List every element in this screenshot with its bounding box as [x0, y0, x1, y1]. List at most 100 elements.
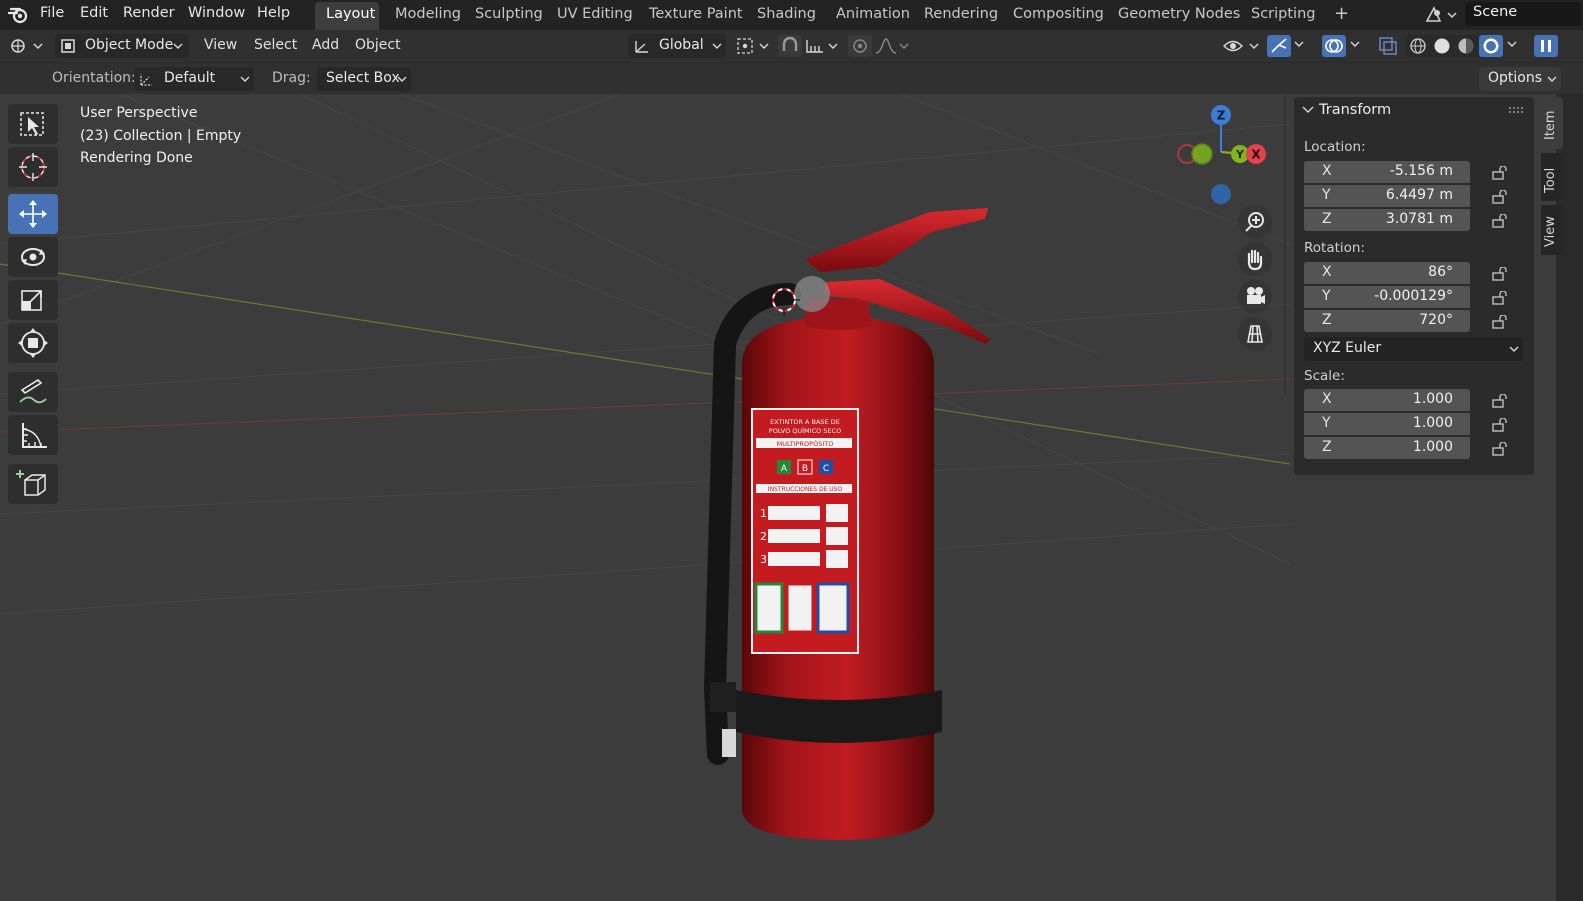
negative-z-axis[interactable] — [1211, 184, 1231, 204]
viewport-header: Object Mode View Select Add Object Globa… — [0, 30, 1583, 62]
chevron-down-icon[interactable] — [1292, 38, 1308, 52]
menu-render[interactable]: Render — [123, 5, 175, 21]
camera-view-button[interactable] — [1238, 280, 1272, 314]
gizmo-toggle-icon[interactable] — [1267, 35, 1291, 57]
tab-geometry-nodes[interactable]: Geometry Nodes — [1118, 6, 1240, 22]
scene-name: Scene — [1473, 4, 1518, 20]
snap-toggle-icon[interactable] — [778, 35, 802, 57]
annotate-tool[interactable] — [8, 372, 58, 412]
tab-compositing[interactable]: Compositing — [1013, 6, 1104, 22]
zoom-button[interactable] — [1238, 205, 1272, 239]
blender-logo-icon[interactable] — [8, 5, 30, 25]
lock-location-y-icon[interactable] — [1492, 190, 1508, 204]
rotation-mode-dropdown[interactable]: XYZ Euler — [1304, 337, 1523, 361]
menu-help[interactable]: Help — [257, 5, 290, 21]
material-preview-icon[interactable] — [1456, 37, 1476, 55]
pause-render-icon[interactable] — [1534, 35, 1558, 57]
lock-rotation-y-icon[interactable] — [1492, 291, 1508, 305]
cursor-tool[interactable] — [8, 147, 58, 187]
proportional-editing-icon[interactable] — [848, 35, 872, 57]
perspective-toggle-button[interactable] — [1238, 317, 1272, 351]
tab-view[interactable]: View — [1541, 205, 1563, 255]
tab-sculpting[interactable]: Sculpting — [475, 6, 543, 22]
move-tool[interactable] — [8, 194, 58, 234]
scale-y-field[interactable]: Y 1.000 — [1304, 413, 1470, 435]
select-box-icon — [20, 112, 44, 136]
rotate-tool[interactable] — [8, 237, 58, 277]
tab-modeling[interactable]: Modeling — [395, 6, 461, 22]
scale-x-field[interactable]: X 1.000 — [1304, 389, 1470, 411]
tab-layout[interactable]: Layout — [326, 6, 375, 22]
menu-select[interactable]: Select — [254, 37, 297, 53]
add-workspace-button[interactable]: + — [1334, 3, 1349, 24]
lock-scale-y-icon[interactable] — [1492, 418, 1508, 432]
pan-button[interactable] — [1238, 242, 1272, 276]
transform-icon — [18, 328, 48, 358]
rotation-y-field[interactable]: Y -0.000129° — [1304, 286, 1470, 308]
lock-scale-z-icon[interactable] — [1492, 442, 1508, 456]
menu-window[interactable]: Window — [188, 5, 245, 21]
navigation-gizmo[interactable]: Y X Z — [1177, 105, 1266, 204]
scale-z-field[interactable]: Z 1.000 — [1304, 437, 1470, 459]
tab-tool[interactable]: Tool — [1541, 153, 1563, 201]
mode-dropdown[interactable]: Object Mode — [55, 34, 189, 58]
menu-file[interactable]: File — [40, 5, 64, 21]
fire-extinguisher-model[interactable]: EXTINTOR A BASE DE POLVO QUÍMICO SECO MU… — [703, 208, 990, 840]
move-icon — [19, 200, 47, 228]
tab-shading[interactable]: Shading — [757, 6, 816, 22]
transform-orientation-dropdown[interactable]: Global — [628, 34, 726, 58]
proportional-falloff-icon[interactable] — [874, 36, 910, 56]
lock-rotation-x-icon[interactable] — [1492, 267, 1508, 281]
wireframe-shading-icon[interactable] — [1408, 37, 1428, 55]
rendered-shading-icon[interactable] — [1479, 35, 1503, 57]
menu-view[interactable]: View — [204, 37, 237, 53]
pivot-point-icon[interactable] — [736, 36, 772, 56]
snap-target-icon[interactable] — [805, 36, 841, 56]
negative-y-axis[interactable] — [1191, 143, 1213, 165]
options-label: Options — [1488, 70, 1543, 86]
lock-rotation-z-icon[interactable] — [1492, 315, 1508, 329]
options-dropdown[interactable]: Options — [1479, 67, 1561, 91]
view-perspective-text: User Perspective — [80, 105, 198, 121]
rotation-x-field[interactable]: X 86° — [1304, 262, 1470, 284]
menu-object[interactable]: Object — [355, 37, 401, 53]
drag-dropdown[interactable]: Select Box — [317, 67, 411, 91]
overlays-toggle-icon[interactable] — [1322, 35, 1346, 57]
chevron-down-icon[interactable] — [1348, 38, 1364, 52]
location-x-field[interactable]: X -5.156 m — [1304, 161, 1470, 183]
chevron-down-icon[interactable] — [1505, 38, 1521, 52]
drag-handle-icon[interactable] — [1508, 106, 1524, 114]
measure-tool[interactable] — [8, 415, 58, 455]
orientation-global-icon — [635, 41, 648, 53]
solid-shading-icon[interactable] — [1432, 37, 1452, 55]
selectability-visibility-icon[interactable] — [1222, 36, 1262, 56]
tab-scripting[interactable]: Scripting — [1251, 6, 1315, 22]
rotation-z-field[interactable]: Z 720° — [1304, 310, 1470, 332]
select-box-tool[interactable] — [8, 104, 58, 144]
transform-tool[interactable] — [8, 323, 58, 363]
lock-scale-x-icon[interactable] — [1492, 394, 1508, 408]
scene-selector-icon[interactable] — [1424, 5, 1460, 25]
editor-type-icon[interactable] — [10, 37, 46, 55]
location-z-field[interactable]: Z 3.0781 m — [1304, 209, 1470, 231]
orientation-value: Default — [164, 70, 216, 86]
scale-tool[interactable] — [8, 280, 58, 320]
scene-name-field[interactable]: Scene — [1465, 2, 1581, 26]
tab-texture-paint[interactable]: Texture Paint — [649, 6, 743, 22]
orientation-dropdown[interactable]: Default — [134, 67, 254, 91]
xray-toggle-icon[interactable] — [1377, 35, 1399, 57]
menu-add[interactable]: Add — [312, 37, 339, 53]
location-z-value: 3.0781 m — [1385, 211, 1453, 227]
menu-edit[interactable]: Edit — [80, 5, 108, 21]
class-b-label: B — [802, 464, 808, 474]
lock-location-x-icon[interactable] — [1492, 166, 1508, 180]
tab-rendering[interactable]: Rendering — [924, 6, 998, 22]
tab-item[interactable]: Item — [1541, 97, 1563, 149]
tab-uv-editing[interactable]: UV Editing — [557, 6, 633, 22]
tab-animation[interactable]: Animation — [836, 6, 910, 22]
location-y-field[interactable]: Y 6.4497 m — [1304, 185, 1470, 207]
add-cube-tool[interactable] — [8, 464, 58, 504]
chevron-down-icon[interactable] — [1302, 105, 1314, 115]
label-line-4: INSTRUCCIONES DE USO — [768, 486, 843, 493]
lock-location-z-icon[interactable] — [1492, 214, 1508, 228]
